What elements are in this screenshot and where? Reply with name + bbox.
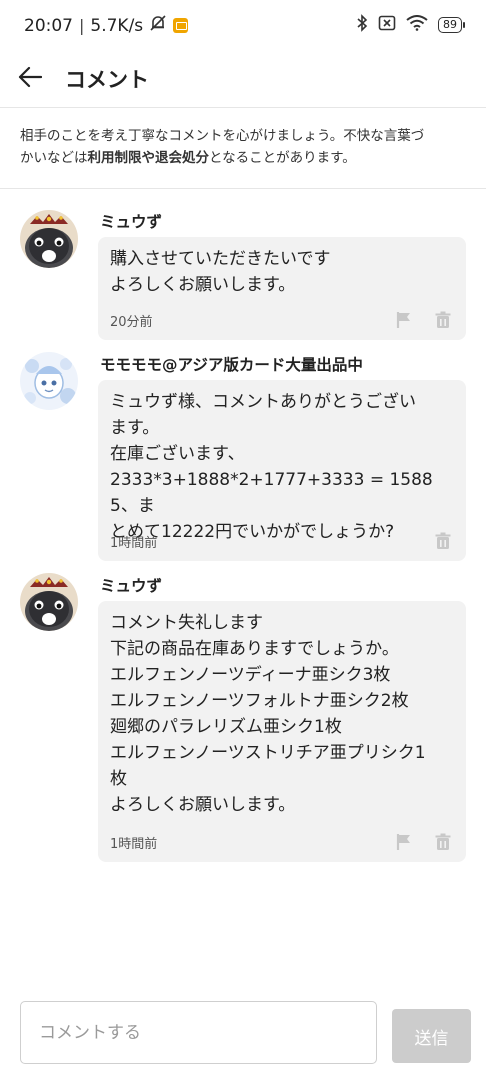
avatar[interactable] <box>20 573 78 631</box>
status-left: 20:07 | 5.7K/s <box>24 14 189 37</box>
comment-text: 購入させていただきたいです よろしくお願いします。 <box>110 249 331 295</box>
comment-bubble: コメント失礼します 下記の商品在庫ありますでしょうか。 エルフェンノーツディーナ… <box>98 601 466 862</box>
notice-line-2: かいなどは利用制限や退会処分となることがあります。 <box>20 147 466 169</box>
avatar[interactable] <box>20 210 78 268</box>
comment-text: コメント失礼します 下記の商品在庫ありますでしょうか。 エルフェンノーツディーナ… <box>110 613 426 815</box>
commenter-name[interactable]: ミュウず <box>100 210 162 232</box>
avatar[interactable] <box>20 352 78 410</box>
comment-timestamp: 1時間前 <box>110 535 158 551</box>
status-bar: 20:07 | 5.7K/s 89 <box>0 0 486 50</box>
status-right: 89 <box>356 14 465 36</box>
wifi-icon <box>406 15 428 35</box>
app-header: コメント <box>0 50 486 108</box>
notice-warning-emphasis: 利用制限や退会処分 <box>87 150 210 166</box>
comment-text: ミュウず様、コメントありがとうござい ます。 在庫ございます、 2333*3+1… <box>110 392 433 542</box>
comment-timestamp: 1時間前 <box>110 836 158 852</box>
notice-line-2-prefix: かいなどは <box>20 150 88 166</box>
notification-icon <box>173 18 189 33</box>
battery-icon: 89 <box>438 17 465 33</box>
network-speed: 5.7K/s <box>90 15 144 36</box>
trash-icon[interactable] <box>432 310 454 330</box>
flag-icon[interactable] <box>393 310 415 330</box>
notice-line-2-suffix: となることがあります。 <box>209 150 356 166</box>
comment-guideline-notice: 相手のことを考え丁寧なコメントを心がけましょう。不快な言葉づ かいなどは利用制限… <box>0 108 486 189</box>
comment-footer: 20分前 <box>110 310 454 330</box>
commenter-name[interactable]: モモモモ@アジア版カード大量出品中 <box>100 353 363 375</box>
page-title: コメント <box>65 67 149 92</box>
status-time: 20:07 <box>24 15 73 36</box>
comment-composer: 送信 <box>0 1001 486 1065</box>
mute-bell-icon <box>149 14 167 37</box>
sim-off-icon <box>378 15 396 35</box>
send-button[interactable]: 送信 <box>392 1009 471 1063</box>
comment-footer: 1時間前 <box>110 832 454 852</box>
arrow-left-icon <box>18 66 43 92</box>
bluetooth-icon <box>356 14 368 36</box>
back-button[interactable] <box>0 50 60 108</box>
flag-icon[interactable] <box>393 832 415 852</box>
comment-bubble: ミュウず様、コメントありがとうござい ます。 在庫ございます、 2333*3+1… <box>98 380 466 561</box>
notice-line-1: 相手のことを考え丁寧なコメントを心がけましょう。不快な言葉づ <box>20 128 425 144</box>
trash-icon[interactable] <box>432 531 454 551</box>
comment-input[interactable] <box>20 1001 377 1064</box>
comment-timestamp: 20分前 <box>110 314 153 330</box>
status-separator: | <box>79 16 85 35</box>
comment-footer: 1時間前 <box>110 531 454 551</box>
commenter-name[interactable]: ミュウず <box>100 574 162 596</box>
trash-icon[interactable] <box>432 832 454 852</box>
comment-bubble: 購入させていただきたいです よろしくお願いします。 20分前 <box>98 237 466 340</box>
